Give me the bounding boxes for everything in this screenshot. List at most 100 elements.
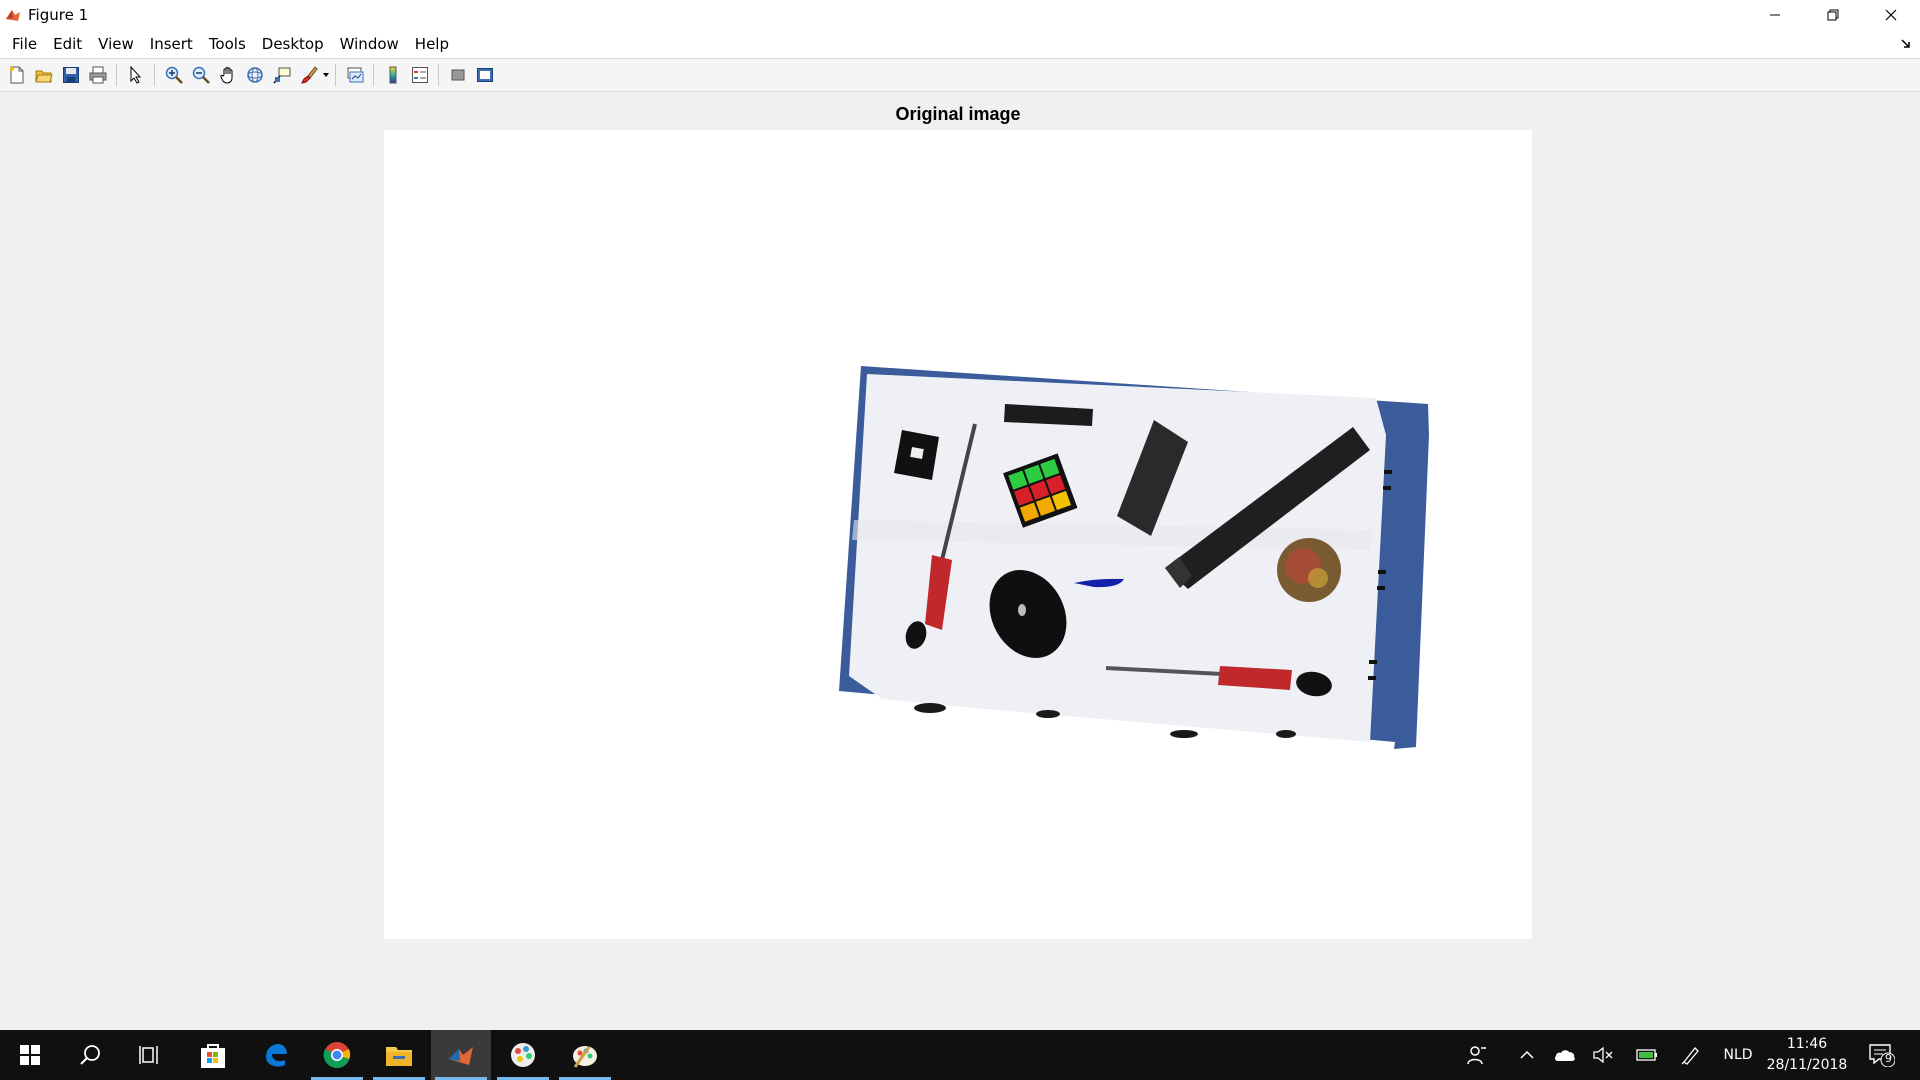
menu-file[interactable]: File xyxy=(4,30,45,58)
show-hidden-icons-button[interactable] xyxy=(1512,1030,1542,1080)
chevron-up-icon xyxy=(1520,1051,1534,1059)
menu-desktop[interactable]: Desktop xyxy=(254,30,332,58)
figure-toolbar xyxy=(0,58,1920,92)
menu-edit[interactable]: Edit xyxy=(45,30,90,58)
menu-bar: File Edit View Insert Tools Desktop Wind… xyxy=(0,30,1920,58)
pan-button[interactable] xyxy=(214,62,241,89)
colorbar-button[interactable] xyxy=(379,62,406,89)
zoom-out-icon xyxy=(192,66,210,84)
menu-tools[interactable]: Tools xyxy=(201,30,254,58)
data-cursor-button[interactable] xyxy=(268,62,295,89)
colorbar-icon xyxy=(389,66,396,84)
toolbar-separator xyxy=(116,64,117,86)
link-plot-button[interactable] xyxy=(341,62,368,89)
new-figure-button[interactable] xyxy=(3,62,30,89)
show-plot-tools-button[interactable] xyxy=(471,62,498,89)
hide-plot-tools-icon xyxy=(451,69,464,81)
close-button[interactable] xyxy=(1862,0,1920,30)
file-explorer-icon xyxy=(386,1047,412,1066)
zoom-in-button[interactable] xyxy=(160,62,187,89)
taskbar-paint-3d[interactable] xyxy=(493,1030,553,1080)
toolbar-separator xyxy=(373,64,374,86)
brush-button[interactable] xyxy=(295,62,322,89)
battery-icon xyxy=(1636,1049,1657,1061)
chevron-down-icon xyxy=(323,73,329,77)
save-button[interactable] xyxy=(57,62,84,89)
volume-muted-icon xyxy=(1593,1047,1613,1063)
menu-window[interactable]: Window xyxy=(332,30,407,58)
clock[interactable]: 11:46 28/11/2018 xyxy=(1762,1034,1852,1076)
language-text: NLD xyxy=(1723,1047,1753,1063)
save-icon xyxy=(62,67,79,83)
taskbar-file-explorer[interactable] xyxy=(369,1030,429,1080)
minimize-button[interactable] xyxy=(1746,0,1804,30)
search-icon xyxy=(80,1045,100,1065)
new-figure-icon xyxy=(9,66,23,84)
close-icon xyxy=(1885,9,1897,21)
toolbar-separator xyxy=(154,64,155,86)
windows-taskbar: NLD 11:46 28/11/2018 9 xyxy=(0,1030,1920,1080)
link-plot-icon xyxy=(347,67,363,83)
action-center-button[interactable]: 9 xyxy=(1862,1030,1902,1080)
zoom-in-icon xyxy=(165,66,183,84)
show-plot-tools-icon xyxy=(476,68,493,82)
language-indicator[interactable]: NLD xyxy=(1718,1030,1758,1080)
windows-start-icon xyxy=(20,1045,40,1065)
brush-dropdown[interactable] xyxy=(322,62,330,89)
task-view-icon xyxy=(139,1046,158,1064)
window-title: Figure 1 xyxy=(28,6,89,24)
notification-count: 9 xyxy=(1885,1052,1892,1065)
taskbar-paint[interactable] xyxy=(555,1030,615,1080)
brush-icon xyxy=(300,66,318,84)
taskbar-store[interactable] xyxy=(183,1030,243,1080)
taskbar-edge[interactable] xyxy=(246,1030,306,1080)
open-file-button[interactable] xyxy=(30,62,57,89)
volume-tray[interactable] xyxy=(1588,1030,1618,1080)
matlab-icon xyxy=(449,1047,473,1065)
chrome-icon xyxy=(323,1042,351,1069)
title-bar: Figure 1 xyxy=(0,0,1920,30)
hide-plot-tools-button[interactable] xyxy=(444,62,471,89)
data-cursor-icon xyxy=(272,67,290,84)
people-button[interactable] xyxy=(1460,1030,1494,1080)
store-icon xyxy=(201,1044,225,1068)
restore-button[interactable] xyxy=(1804,0,1862,30)
task-view-button[interactable] xyxy=(120,1030,180,1080)
clock-date: 28/11/2018 xyxy=(1766,1057,1848,1073)
toolbar-separator xyxy=(335,64,336,86)
matlab-icon xyxy=(5,7,21,23)
menu-view[interactable]: View xyxy=(90,30,142,58)
taskbar-chrome[interactable] xyxy=(307,1030,367,1080)
clock-time: 11:46 xyxy=(1786,1036,1828,1052)
toolbar-separator xyxy=(438,64,439,86)
pen-icon xyxy=(1681,1047,1699,1065)
axes-title: Original image xyxy=(895,104,1021,124)
paint-3d-icon xyxy=(511,1043,535,1067)
open-file-icon xyxy=(34,70,53,83)
edit-plot-button[interactable] xyxy=(122,62,149,89)
menu-insert[interactable]: Insert xyxy=(142,30,201,58)
start-button[interactable] xyxy=(0,1030,60,1080)
minimize-icon xyxy=(1770,14,1780,16)
restore-icon xyxy=(1827,9,1839,21)
search-button[interactable] xyxy=(60,1030,120,1080)
print-icon xyxy=(89,66,106,84)
dock-figure-icon[interactable] xyxy=(1900,38,1912,50)
zoom-out-button[interactable] xyxy=(187,62,214,89)
onedrive-icon xyxy=(1554,1050,1575,1061)
rotate-3d-button[interactable] xyxy=(241,62,268,89)
legend-icon xyxy=(411,67,428,83)
legend-button[interactable] xyxy=(406,62,433,89)
pan-icon xyxy=(219,67,232,84)
image-axes[interactable] xyxy=(384,130,1532,939)
pen-workspace-tray[interactable] xyxy=(1676,1030,1706,1080)
battery-tray[interactable] xyxy=(1632,1030,1662,1080)
paint-icon xyxy=(573,1046,597,1068)
displayed-photo xyxy=(839,366,1429,749)
rotate-3d-icon xyxy=(246,67,263,83)
taskbar-matlab[interactable] xyxy=(431,1030,491,1080)
onedrive-tray[interactable] xyxy=(1550,1030,1580,1080)
people-icon xyxy=(1467,1046,1486,1065)
menu-help[interactable]: Help xyxy=(407,30,457,58)
print-button[interactable] xyxy=(84,62,111,89)
